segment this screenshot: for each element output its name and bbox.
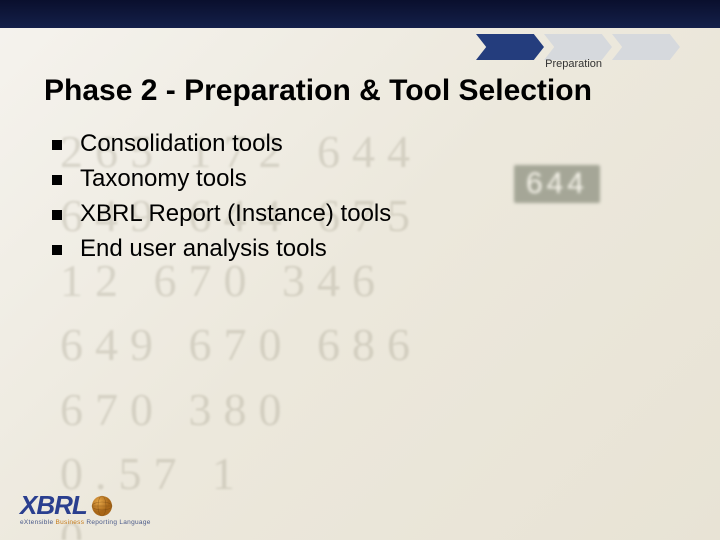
list-item-text: XBRL Report (Instance) tools <box>80 200 391 228</box>
list-item: XBRL Report (Instance) tools <box>52 200 680 228</box>
chevron-step <box>612 34 680 60</box>
page-title: Phase 2 - Preparation & Tool Selection <box>44 74 680 108</box>
logo-subtitle: eXtensible Business Reporting Language <box>20 519 151 526</box>
list-item: Taxonomy tools <box>52 165 680 193</box>
chevron-label: Preparation <box>545 58 602 70</box>
chevron-step-active <box>476 34 544 60</box>
bullet-icon <box>52 245 62 255</box>
progress-chevrons <box>476 34 680 60</box>
chevron-step <box>544 34 612 60</box>
bullet-icon <box>52 175 62 185</box>
globe-icon <box>90 494 114 518</box>
bullet-list: Consolidation tools Taxonomy tools XBRL … <box>44 130 680 263</box>
list-item-text: Consolidation tools <box>80 130 283 158</box>
list-item: Consolidation tools <box>52 130 680 158</box>
list-item: End user analysis tools <box>52 235 680 263</box>
list-item-text: End user analysis tools <box>80 235 327 263</box>
list-item-text: Taxonomy tools <box>80 165 247 193</box>
logo-text: XBRL <box>20 490 87 521</box>
bullet-icon <box>52 210 62 220</box>
xbrl-logo: XBRL eXtensible Business Reporting Langu… <box>20 490 151 526</box>
bullet-icon <box>52 140 62 150</box>
